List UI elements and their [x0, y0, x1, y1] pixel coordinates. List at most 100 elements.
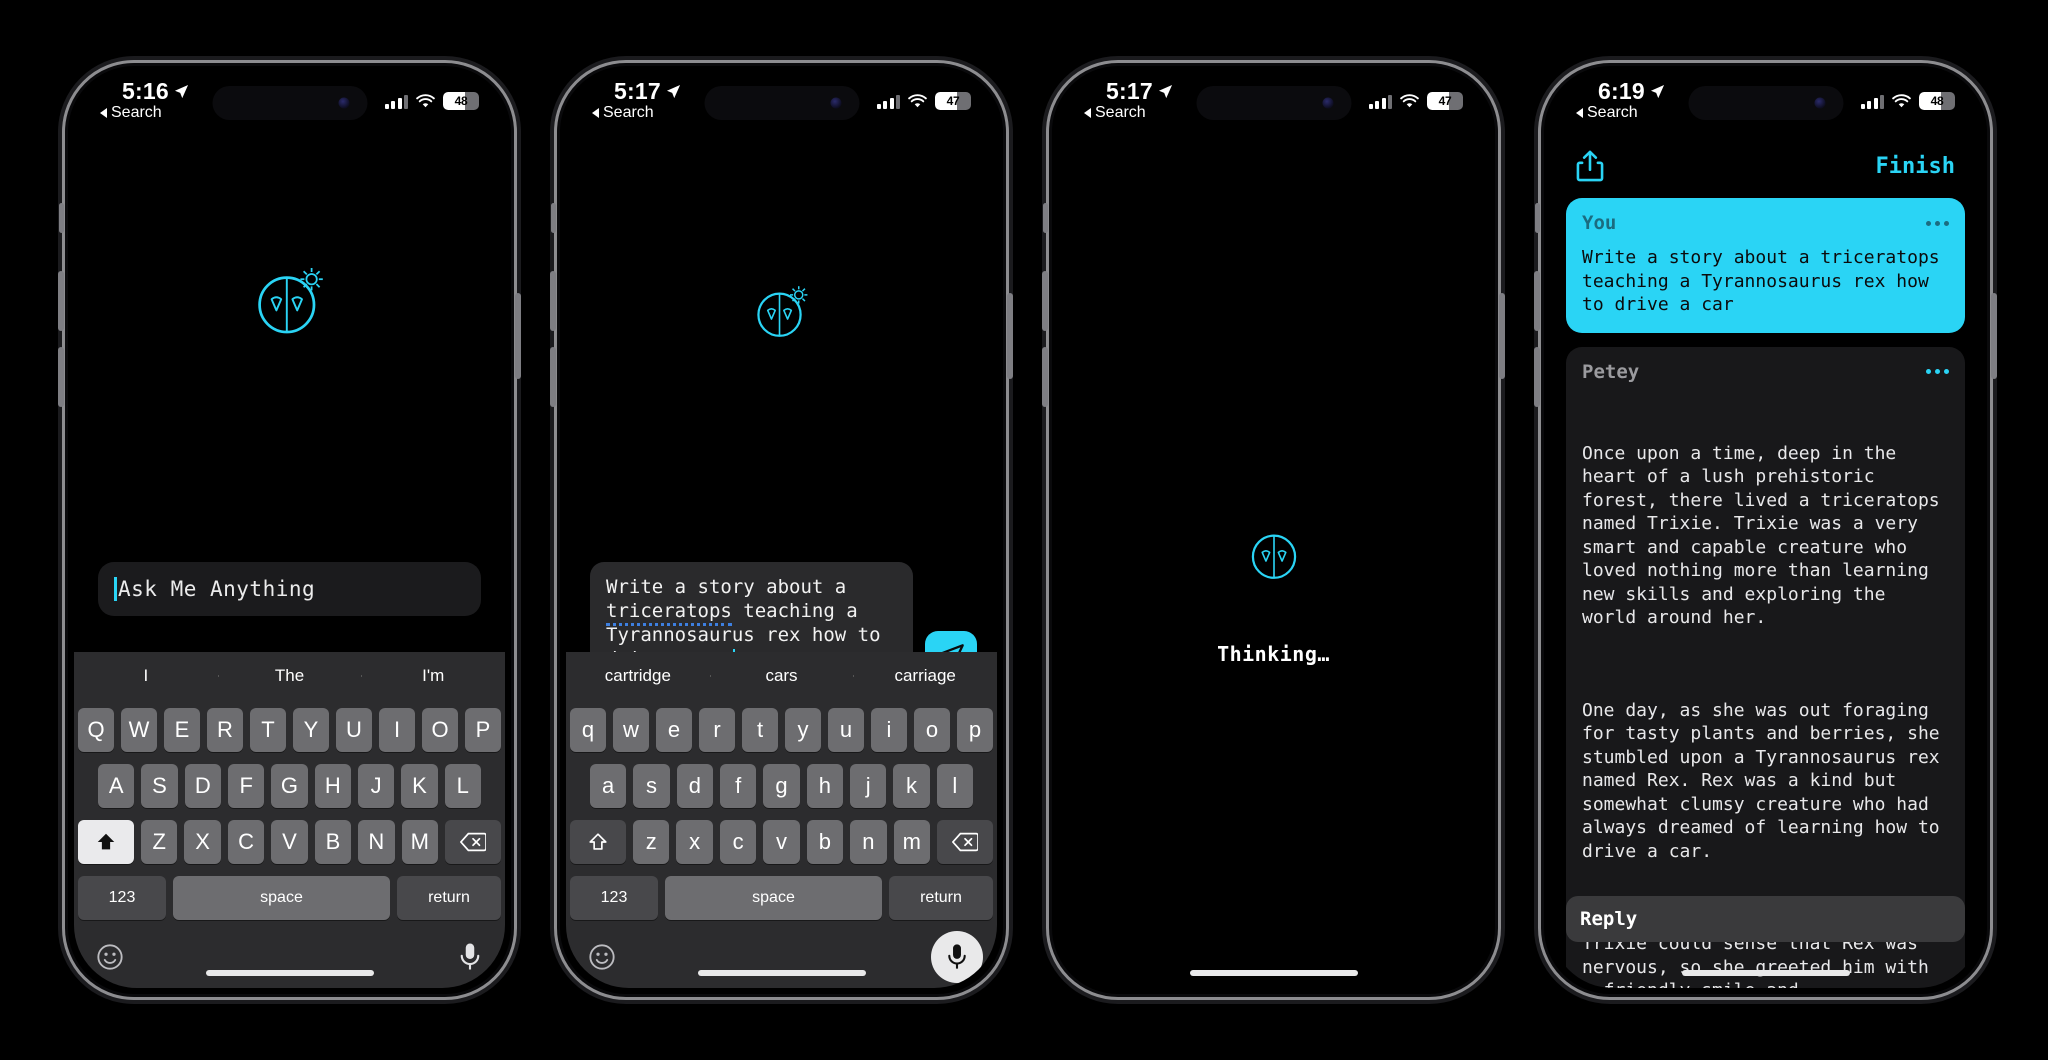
volume-up-button-4[interactable] — [1534, 271, 1540, 331]
key-a[interactable]: a — [590, 764, 627, 808]
key-x[interactable]: x — [676, 820, 713, 864]
key-S[interactable]: S — [141, 764, 178, 808]
key-Z[interactable]: Z — [141, 820, 178, 864]
volume-down-button[interactable] — [58, 347, 64, 407]
volume-down-button-3[interactable] — [1042, 347, 1048, 407]
back-to-search-4[interactable]: Search — [1576, 104, 1665, 122]
power-button-3[interactable] — [1499, 293, 1505, 379]
key-b[interactable]: b — [806, 820, 844, 864]
numbers-key[interactable]: 123 — [570, 876, 658, 920]
reply-input[interactable]: Reply — [1566, 896, 1965, 942]
key-o[interactable]: o — [914, 708, 950, 752]
key-P[interactable]: P — [465, 708, 501, 752]
key-p[interactable]: p — [957, 708, 993, 752]
share-icon[interactable] — [1576, 150, 1604, 182]
key-W[interactable]: W — [121, 708, 157, 752]
key-q[interactable]: q — [570, 708, 606, 752]
key-l[interactable]: l — [936, 764, 973, 808]
volume-up-button-3[interactable] — [1042, 271, 1048, 331]
key-i[interactable]: i — [871, 708, 907, 752]
volume-up-button-2[interactable] — [550, 271, 556, 331]
key-v[interactable]: v — [763, 820, 800, 864]
key-C[interactable]: C — [227, 820, 265, 864]
key-e[interactable]: e — [656, 708, 692, 752]
key-B[interactable]: B — [314, 820, 352, 864]
key-k[interactable]: k — [893, 764, 930, 808]
prediction-0[interactable]: cartridge — [566, 666, 710, 686]
emoji-icon[interactable] — [588, 943, 616, 971]
key-T[interactable]: T — [250, 708, 286, 752]
volume-down-button-2[interactable] — [550, 347, 556, 407]
message-options-button[interactable] — [1926, 220, 1949, 226]
return-key[interactable]: return — [889, 876, 993, 920]
shift-key[interactable] — [570, 820, 627, 864]
delete-key[interactable] — [936, 820, 993, 864]
emoji-icon[interactable] — [96, 943, 124, 971]
key-y[interactable]: y — [785, 708, 821, 752]
key-L[interactable]: L — [444, 764, 481, 808]
key-w[interactable]: w — [613, 708, 649, 752]
key-O[interactable]: O — [422, 708, 458, 752]
mute-switch-2[interactable] — [551, 203, 556, 233]
delete-key[interactable] — [444, 820, 501, 864]
key-Q[interactable]: Q — [78, 708, 114, 752]
back-to-search-3[interactable]: Search — [1084, 104, 1173, 122]
power-button[interactable] — [515, 293, 521, 379]
shift-key[interactable] — [78, 820, 135, 864]
key-F[interactable]: F — [228, 764, 265, 808]
back-to-search-2[interactable]: Search — [592, 104, 681, 122]
key-f[interactable]: f — [720, 764, 757, 808]
prediction-1[interactable]: cars — [709, 666, 854, 686]
mute-switch-3[interactable] — [1043, 203, 1048, 233]
key-A[interactable]: A — [98, 764, 135, 808]
key-t[interactable]: t — [742, 708, 778, 752]
key-j[interactable]: j — [849, 764, 887, 808]
key-U[interactable]: U — [336, 708, 372, 752]
volume-up-button[interactable] — [58, 271, 64, 331]
key-D[interactable]: D — [184, 764, 221, 808]
clock-label: 5:17 — [614, 78, 661, 104]
dictation-button[interactable] — [931, 931, 983, 983]
back-to-search-1[interactable]: Search — [100, 104, 189, 122]
return-key[interactable]: return — [397, 876, 501, 920]
mute-switch-4[interactable] — [1535, 203, 1540, 233]
message-options-button[interactable] — [1926, 369, 1949, 374]
key-H[interactable]: H — [314, 764, 351, 808]
key-d[interactable]: d — [676, 764, 713, 808]
key-J[interactable]: J — [357, 764, 395, 808]
key-M[interactable]: M — [401, 820, 438, 864]
key-z[interactable]: z — [633, 820, 670, 864]
volume-down-button-4[interactable] — [1534, 347, 1540, 407]
key-r[interactable]: r — [699, 708, 735, 752]
key-X[interactable]: X — [184, 820, 221, 864]
ask-input-1[interactable]: Ask Me Anything — [98, 562, 481, 616]
key-u[interactable]: u — [828, 708, 864, 752]
key-K[interactable]: K — [401, 764, 438, 808]
key-V[interactable]: V — [271, 820, 308, 864]
chat-thread[interactable]: You Write a story about a triceratops te… — [1566, 198, 1965, 988]
key-N[interactable]: N — [358, 820, 395, 864]
key-n[interactable]: n — [850, 820, 887, 864]
numbers-key[interactable]: 123 — [78, 876, 166, 920]
key-s[interactable]: s — [633, 764, 670, 808]
power-button-4[interactable] — [1991, 293, 1997, 379]
prediction-0[interactable]: I — [74, 666, 218, 686]
finish-button[interactable]: Finish — [1876, 154, 1955, 179]
key-E[interactable]: E — [164, 708, 200, 752]
prediction-2[interactable]: carriage — [853, 666, 997, 686]
key-I[interactable]: I — [379, 708, 415, 752]
key-R[interactable]: R — [207, 708, 243, 752]
key-h[interactable]: h — [806, 764, 843, 808]
key-Y[interactable]: Y — [293, 708, 329, 752]
mute-switch[interactable] — [59, 203, 64, 233]
prediction-1[interactable]: The — [217, 666, 362, 686]
microphone-icon[interactable] — [457, 942, 483, 972]
key-c[interactable]: c — [719, 820, 757, 864]
prediction-2[interactable]: I'm — [361, 666, 505, 686]
space-key[interactable]: space — [665, 876, 882, 920]
key-m[interactable]: m — [893, 820, 930, 864]
power-button-2[interactable] — [1007, 293, 1013, 379]
key-g[interactable]: g — [763, 764, 800, 808]
key-G[interactable]: G — [271, 764, 308, 808]
space-key[interactable]: space — [173, 876, 390, 920]
